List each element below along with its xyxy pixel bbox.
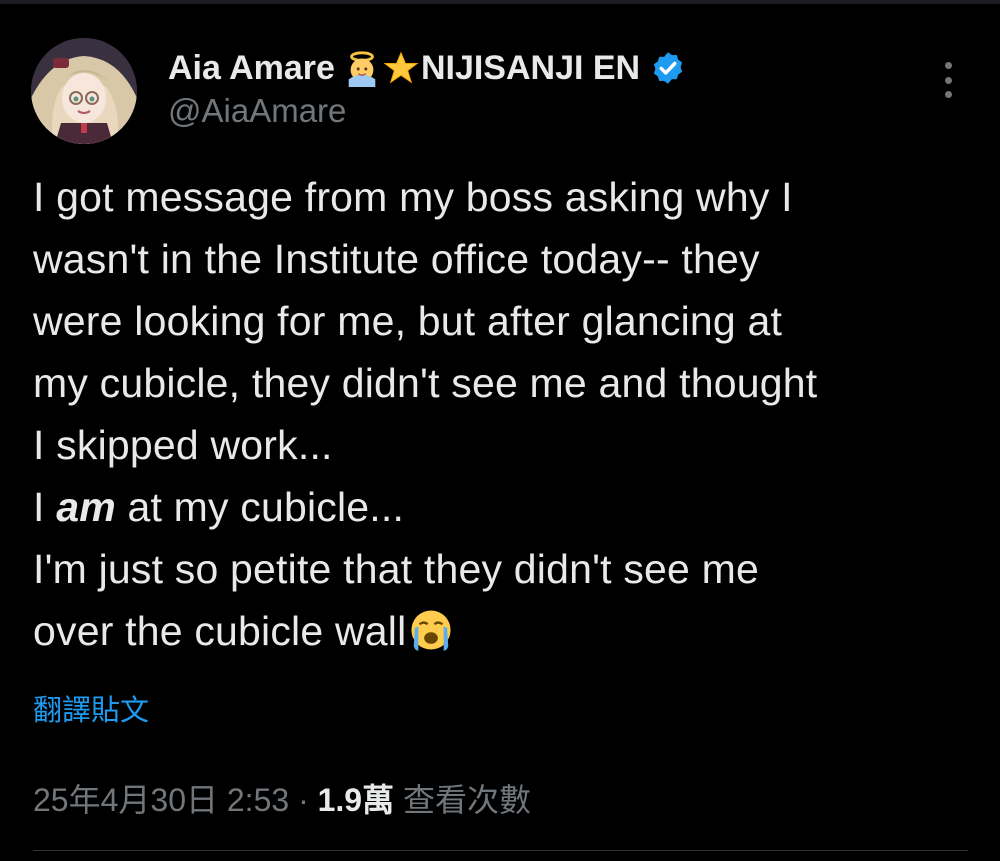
org-suffix[interactable]: NIJISANJI EN [421,49,640,88]
more-options-icon[interactable] [936,62,960,98]
baby-angel-icon [348,51,376,87]
tweet-emphasis: am [56,484,116,530]
translate-post-link[interactable]: 翻譯貼文 [33,687,149,729]
view-count: 1.9萬 [317,782,395,818]
views-label: 查看次數 [394,782,532,818]
timestamp[interactable]: 25年4月30日 2:53 [33,782,289,818]
tweet-line: I got message from my boss asking why I [33,174,793,220]
tweet-line: over the cubicle wall [33,600,983,662]
verified-badge-icon[interactable] [650,50,686,86]
tweet-line: I'm just so petite that they didn't see … [33,546,759,592]
tweet-line: my cubicle, they didn't see me and thoug… [33,360,818,406]
user-handle[interactable]: @AiaAmare [168,92,346,130]
avatar[interactable] [31,38,137,144]
bottom-divider [33,850,968,851]
meta-separator: · [289,782,318,818]
top-divider [0,0,1000,4]
tweet-text: I got message from my boss asking why I … [33,166,983,662]
display-name[interactable]: Aia Amare [168,49,335,88]
tweet-fragment: I [33,484,57,530]
star-icon [383,51,419,84]
author-name-row[interactable]: Aia Amare NIJISANJI EN [168,45,686,91]
tweet-line: were looking for me, but after glancing … [33,298,783,344]
tweet-line: I skipped work... [33,422,333,468]
tweet-line: wasn't in the Institute office today-- t… [33,236,760,282]
tweet-fragment: at my cubicle... [115,484,405,530]
tweet-meta: 25年4月30日 2:53 · 1.9萬 查看次數 [33,775,531,821]
avatar-image [31,38,137,144]
tweet-line: I am at my cubicle... [33,476,983,538]
tweet-fragment: over the cubicle wall [33,608,407,654]
loudly-crying-face-icon [411,610,451,651]
